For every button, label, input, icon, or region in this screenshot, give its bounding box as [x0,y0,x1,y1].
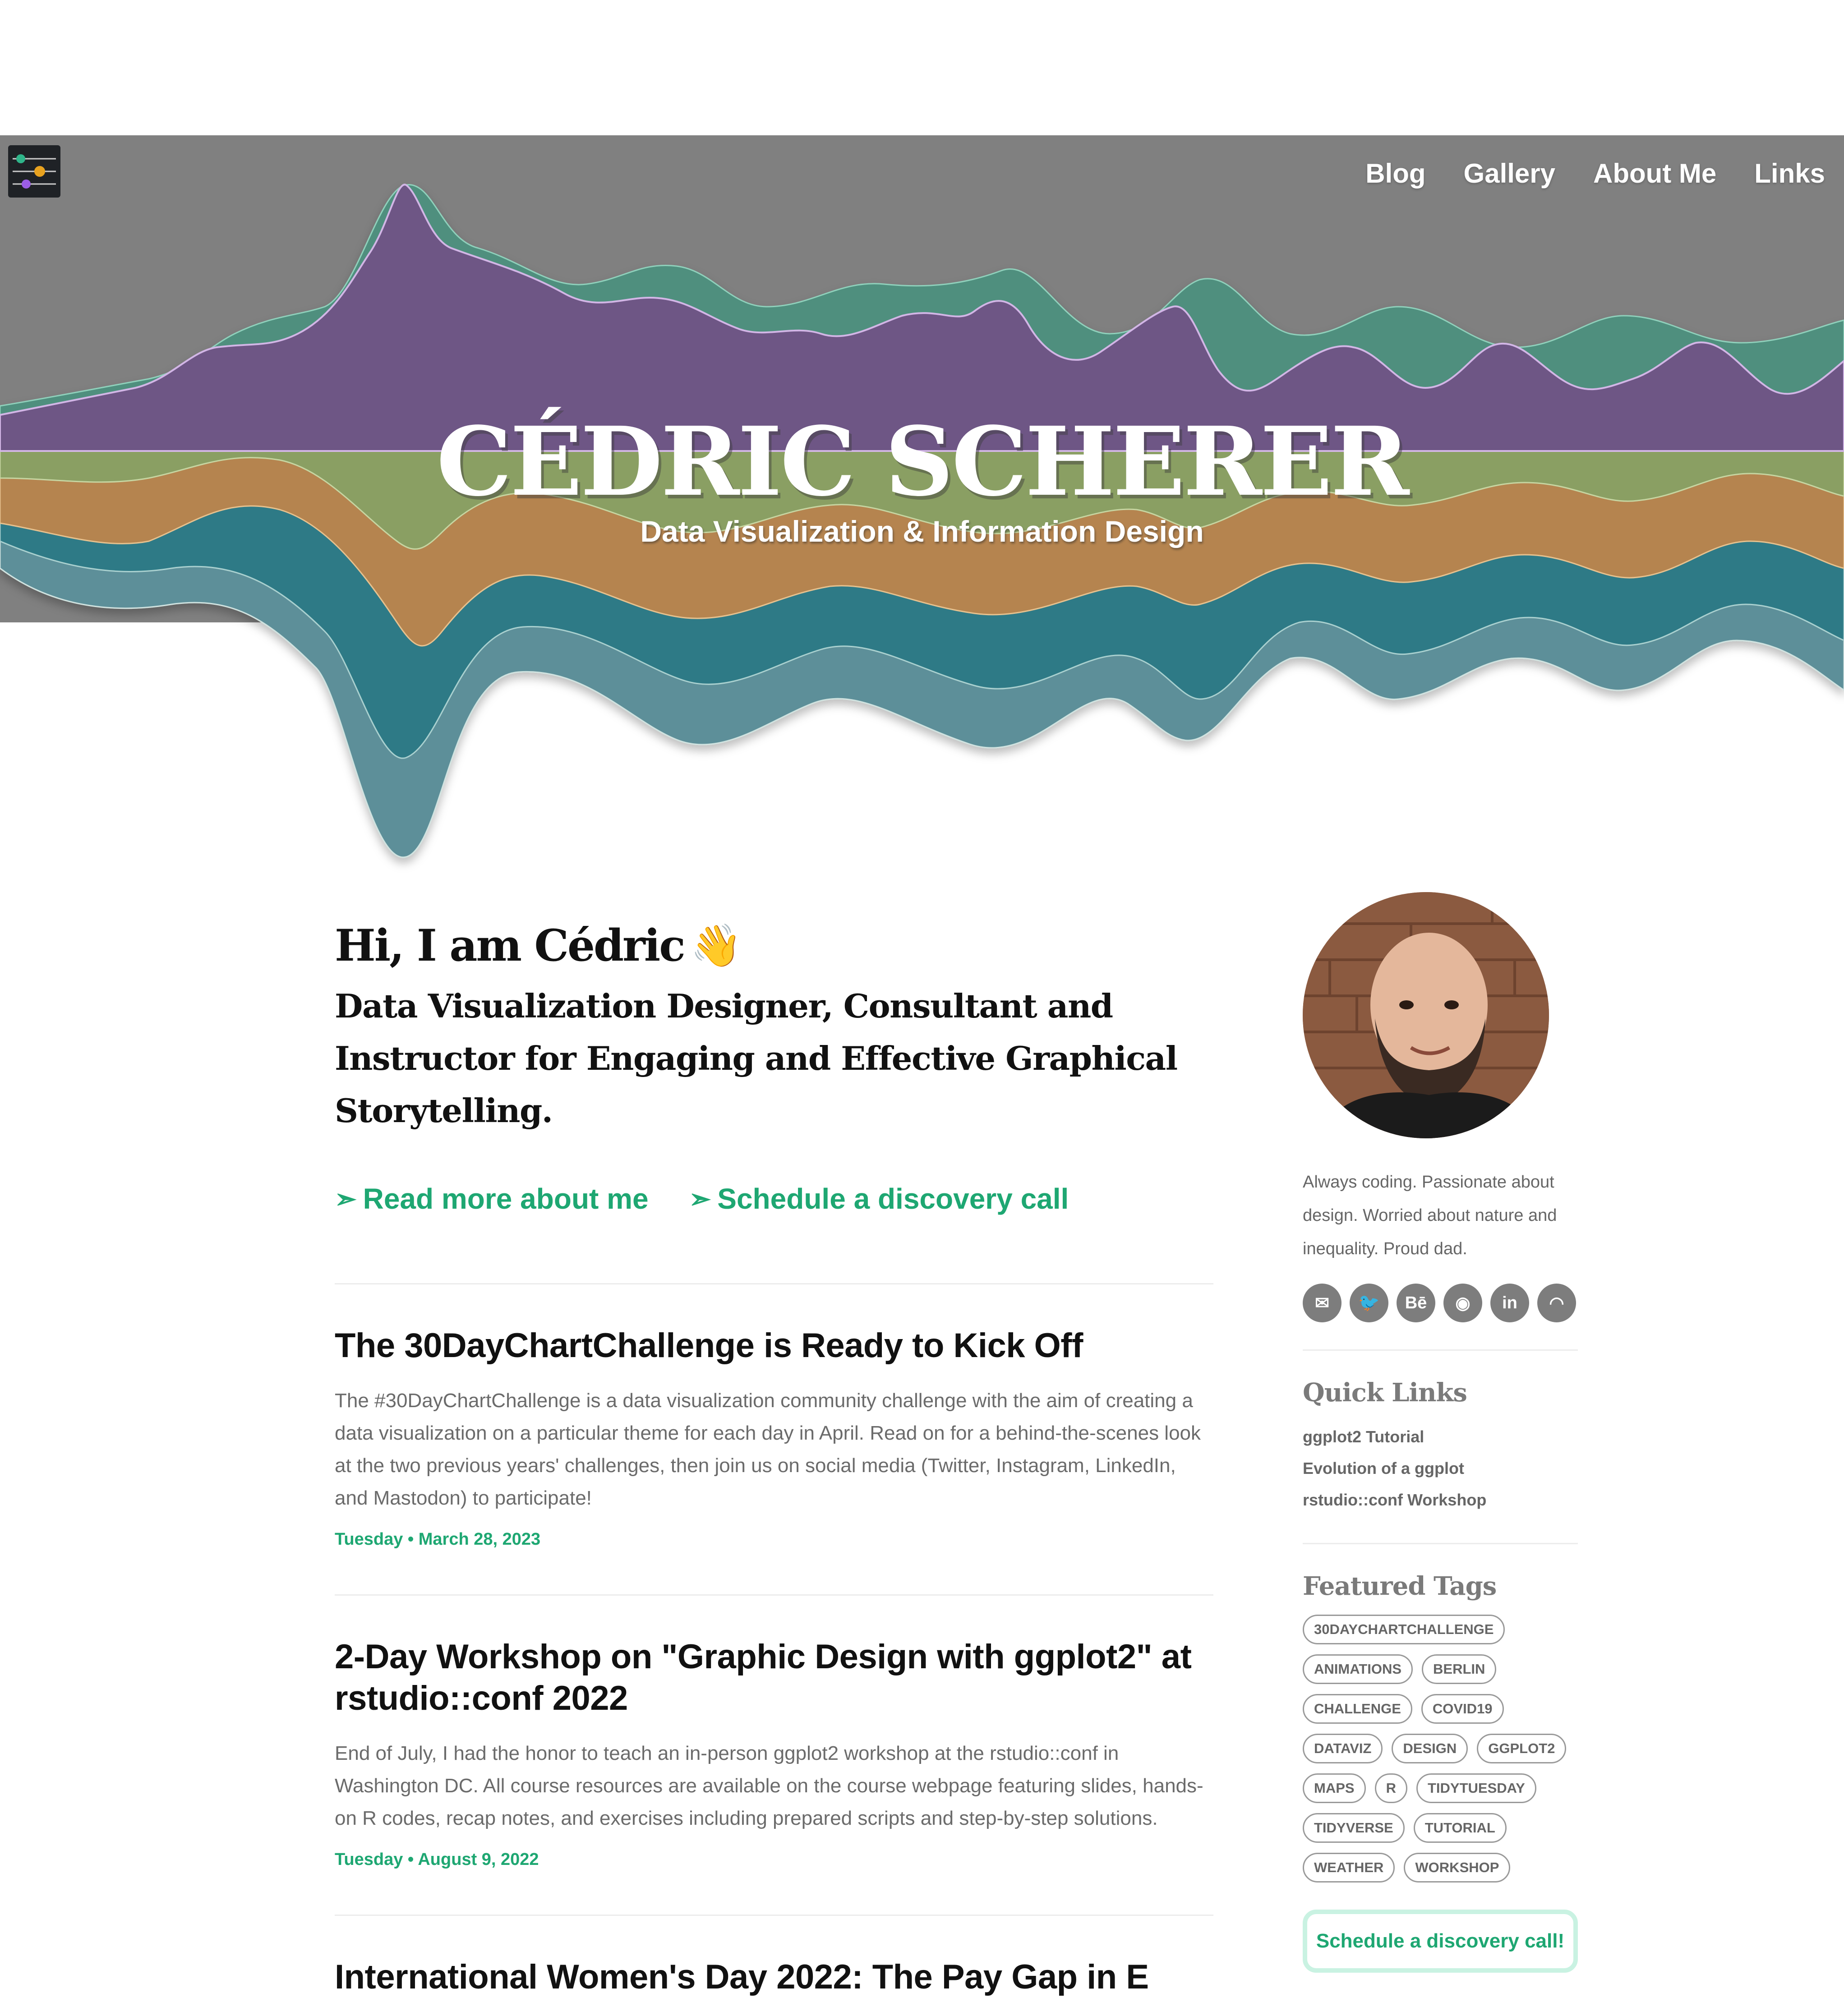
portrait-image [1303,892,1549,1138]
cta-row: ➣ Read more about me ➣ Schedule a discov… [335,1182,1213,1215]
tag-tidyverse[interactable]: TIDYVERSE [1303,1813,1405,1843]
quick-links-heading: Quick Links [1303,1378,1467,1408]
greeting-heading: Hi, I am Cédric 👋 [335,920,1213,971]
read-more-about-me-link[interactable]: ➣ Read more about me [335,1182,649,1215]
divider [1303,1543,1578,1544]
tag-tutorial[interactable]: TUTORIAL [1413,1813,1507,1843]
post-item: 2-Day Workshop on "Graphic Design with g… [335,1636,1213,1869]
tag-covid19[interactable]: COVID19 [1421,1694,1504,1724]
post-title-link[interactable]: International Women's Day 2022: The Pay … [335,1956,1213,1998]
github-icon[interactable]: ◉ [1443,1284,1482,1322]
nav-blog[interactable]: Blog [1365,158,1425,189]
tag-dataviz[interactable]: DATAVIZ [1303,1734,1383,1763]
social-links: ✉ 🐦 Bē ◉ in ◠ [1303,1284,1578,1322]
tag-design[interactable]: DESIGN [1392,1734,1468,1763]
tag-30daychartchallenge[interactable]: 30DAYCHARTCHALLENGE [1303,1615,1505,1644]
schedule-call-label: Schedule a discovery call [717,1183,1069,1215]
nav-links[interactable]: Links [1754,158,1825,189]
hero-title: CÉDRIC SCHERER [436,406,1410,517]
main-nav: Blog Gallery About Me Links [1365,158,1825,189]
rss-icon[interactable]: ◠ [1537,1284,1576,1322]
post-item: International Women's Day 2022: The Pay … [335,1956,1213,1998]
schedule-discovery-call-button[interactable]: Schedule a discovery call! [1303,1910,1578,1973]
arrow-icon: ➣ [689,1184,711,1214]
tag-animations[interactable]: ANIMATIONS [1303,1654,1413,1684]
read-more-label: Read more about me [363,1183,649,1215]
avatar [1303,892,1549,1138]
waving-hand-icon: 👋 [690,921,742,970]
schedule-discovery-call-link[interactable]: ➣ Schedule a discovery call [689,1182,1069,1215]
tag-tidytuesday[interactable]: TIDYTUESDAY [1416,1773,1536,1803]
tag-r[interactable]: R [1374,1773,1407,1803]
post-date: Tuesday • March 28, 2023 [335,1530,541,1549]
tag-list: 30DAYCHARTCHALLENGE ANIMATIONS BERLIN CH… [1303,1615,1573,1883]
divider [335,1283,1213,1284]
post-date: Tuesday • August 9, 2022 [335,1850,539,1869]
tag-maps[interactable]: MAPS [1303,1773,1366,1803]
nav-gallery[interactable]: Gallery [1464,158,1555,189]
bio-text: Always coding. Passionate about design. … [1303,1173,1557,1258]
post-title-link[interactable]: The 30DayChartChallenge is Ready to Kick… [335,1325,1213,1367]
site-header: Blog Gallery About Me Links CÉDRIC SCHER… [0,135,1844,902]
twitter-icon[interactable]: 🐦 [1350,1284,1388,1322]
tagline: Data Visualization Designer, Consultant … [335,987,1178,1130]
tag-challenge[interactable]: CHALLENGE [1303,1694,1412,1724]
tag-ggplot2[interactable]: GGPLOT2 [1477,1734,1567,1763]
top-whitespace [0,0,1844,135]
tag-berlin[interactable]: BERLIN [1422,1654,1497,1684]
email-icon[interactable]: ✉ [1303,1284,1342,1322]
quick-link-ggplot2-tutorial[interactable]: ggplot2 Tutorial [1303,1421,1578,1453]
site-logo[interactable] [8,145,60,198]
linkedin-icon[interactable]: in [1490,1284,1529,1322]
post-title-link[interactable]: 2-Day Workshop on "Graphic Design with g… [335,1636,1213,1719]
post-excerpt: The #30DayChartChallenge is a data visua… [335,1390,1201,1509]
sidebar: Always coding. Passionate about design. … [1303,892,1578,1973]
logo-icon [13,154,56,189]
quick-links-list: ggplot2 Tutorial Evolution of a ggplot r… [1303,1421,1578,1516]
quick-link-rstudio-conf-workshop[interactable]: rstudio::conf Workshop [1303,1484,1578,1516]
greeting-text: Hi, I am Cédric [335,920,686,971]
divider [335,1915,1213,1916]
tag-weather[interactable]: WEATHER [1303,1853,1395,1883]
featured-tags-heading: Featured Tags [1303,1571,1497,1601]
hero-subtitle: Data Visualization & Information Design [640,515,1204,548]
divider [335,1594,1213,1596]
post-excerpt: End of July, I had the honor to teach an… [335,1742,1203,1829]
quick-link-evolution-of-a-ggplot[interactable]: Evolution of a ggplot [1303,1453,1578,1484]
tag-workshop[interactable]: WORKSHOP [1404,1853,1511,1883]
arrow-icon: ➣ [335,1184,357,1214]
post-item: The 30DayChartChallenge is Ready to Kick… [335,1325,1213,1549]
nav-about-me[interactable]: About Me [1593,158,1716,189]
main-content: Hi, I am Cédric 👋 Data Visualization Des… [335,907,1213,2016]
divider [1303,1349,1578,1351]
behance-icon[interactable]: Bē [1397,1284,1435,1322]
